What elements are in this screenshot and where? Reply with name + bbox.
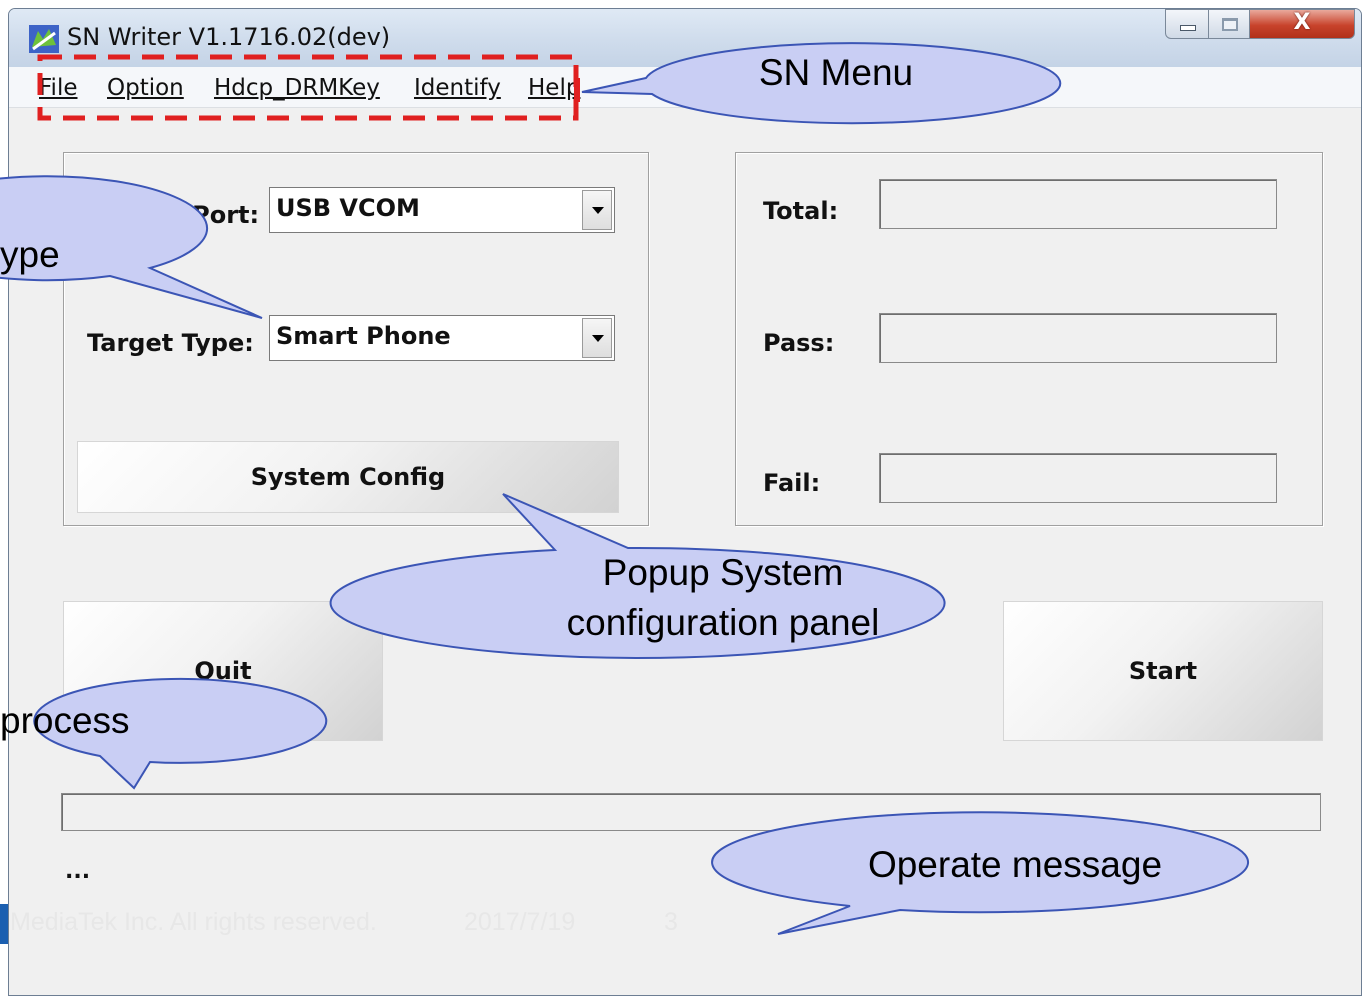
callout-config-line2: configuration panel — [566, 602, 880, 643]
callout-config-line1: Popup System — [602, 552, 844, 593]
footer-copyright: MediaTek Inc. All rights reserved. — [10, 908, 377, 936]
footer-accent-bar — [0, 904, 8, 944]
callout-sn-menu-text: SN Menu — [758, 52, 914, 93]
callout-process-text: process — [0, 700, 130, 741]
menu-highlight-marker — [574, 78, 580, 102]
footer-page: 3 — [664, 908, 678, 936]
callout-type-text: ype — [0, 234, 60, 275]
menu-highlight-box — [37, 54, 579, 121]
callout-operate-text: Operate message — [867, 844, 1163, 885]
footer-date: 2017/7/19 — [464, 908, 576, 936]
